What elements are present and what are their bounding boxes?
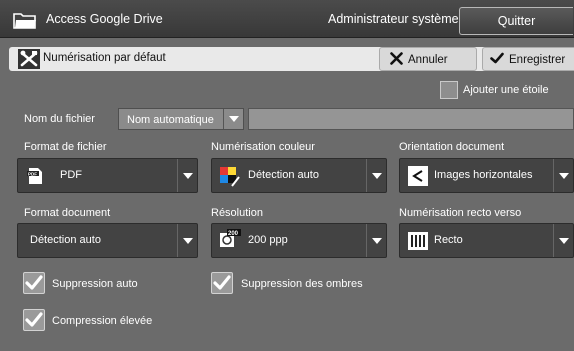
chevron-down-icon (553, 159, 573, 192)
resolution-icon: 200 (219, 229, 241, 247)
duplex-dropdown[interactable]: Recto (399, 223, 574, 258)
checkmark-icon (213, 275, 231, 290)
filename-mode-value: Nom automatique (127, 114, 214, 126)
resolution-label: Résolution (211, 207, 263, 219)
auto-suppression-checkbox[interactable] (23, 272, 45, 294)
chevron-down-icon (366, 159, 386, 192)
chevron-down-icon (223, 109, 243, 129)
color-detect-icon (220, 167, 240, 187)
cancel-button-label: Annuler (408, 54, 448, 66)
shadow-suppression-checkbox[interactable] (211, 272, 233, 294)
high-compression-label: Compression élevée (52, 315, 153, 327)
cancel-button[interactable]: Annuler (379, 47, 477, 71)
resolution-value: 200 ppp (248, 234, 288, 246)
doc-format-dropdown[interactable]: Détection auto (17, 223, 198, 258)
filename-input[interactable] (248, 108, 574, 130)
top-bar: Access Google Drive Administrateur systè… (0, 0, 574, 38)
duplex-value: Recto (434, 234, 463, 246)
chevron-down-icon (366, 224, 386, 257)
app-title: Access Google Drive (46, 12, 163, 26)
orientation-value: Images horizontales (434, 169, 533, 181)
orientation-dropdown[interactable]: Images horizontales (399, 158, 574, 193)
file-format-label: Format de fichier (24, 141, 107, 153)
svg-text:PDF: PDF (28, 171, 37, 176)
shadow-suppression-label: Suppression des ombres (241, 278, 363, 290)
color-scan-label: Numérisation couleur (211, 141, 315, 153)
admin-user-label: Administrateur système (328, 12, 459, 26)
resolution-dropdown[interactable]: 200 200 ppp (211, 223, 387, 258)
color-scan-dropdown[interactable]: Détection auto (211, 158, 387, 193)
single-sided-icon (408, 231, 428, 250)
filename-mode-select[interactable]: Nom automatique (118, 108, 244, 130)
orientation-label: Orientation document (399, 141, 505, 153)
save-button-label: Enregistrer (509, 53, 566, 66)
high-compression-checkbox[interactable] (23, 309, 45, 331)
doc-format-label: Format document (24, 207, 111, 219)
chevron-down-icon (553, 224, 573, 257)
checkmark-icon (25, 312, 43, 327)
close-icon (390, 52, 403, 68)
checkmark-icon (25, 275, 43, 290)
file-format-dropdown[interactable]: PDF PDF (17, 158, 198, 193)
quit-button[interactable]: Quitter (459, 7, 573, 35)
doc-format-value: Détection auto (30, 234, 101, 246)
tools-icon (18, 49, 40, 69)
auto-suppression-label: Suppression auto (52, 278, 138, 290)
drive-folder-icon (13, 11, 37, 29)
save-button[interactable]: Enregistrer (482, 47, 574, 71)
checkmark-icon (490, 52, 504, 67)
add-star-label: Ajouter une étoile (463, 84, 549, 96)
filename-label: Nom du fichier (24, 113, 95, 125)
chevron-down-icon (177, 224, 197, 257)
chevron-down-icon (177, 159, 197, 192)
add-star-checkbox[interactable] (440, 81, 458, 99)
file-format-value: PDF (60, 169, 82, 181)
color-scan-value: Détection auto (248, 169, 319, 181)
duplex-label: Numérisation recto verso (399, 207, 522, 219)
page-title: Numérisation par défaut (43, 52, 166, 64)
resolution-icon-text: 200 (228, 231, 239, 237)
landscape-orientation-icon (408, 166, 428, 186)
pdf-icon: PDF (26, 167, 44, 185)
